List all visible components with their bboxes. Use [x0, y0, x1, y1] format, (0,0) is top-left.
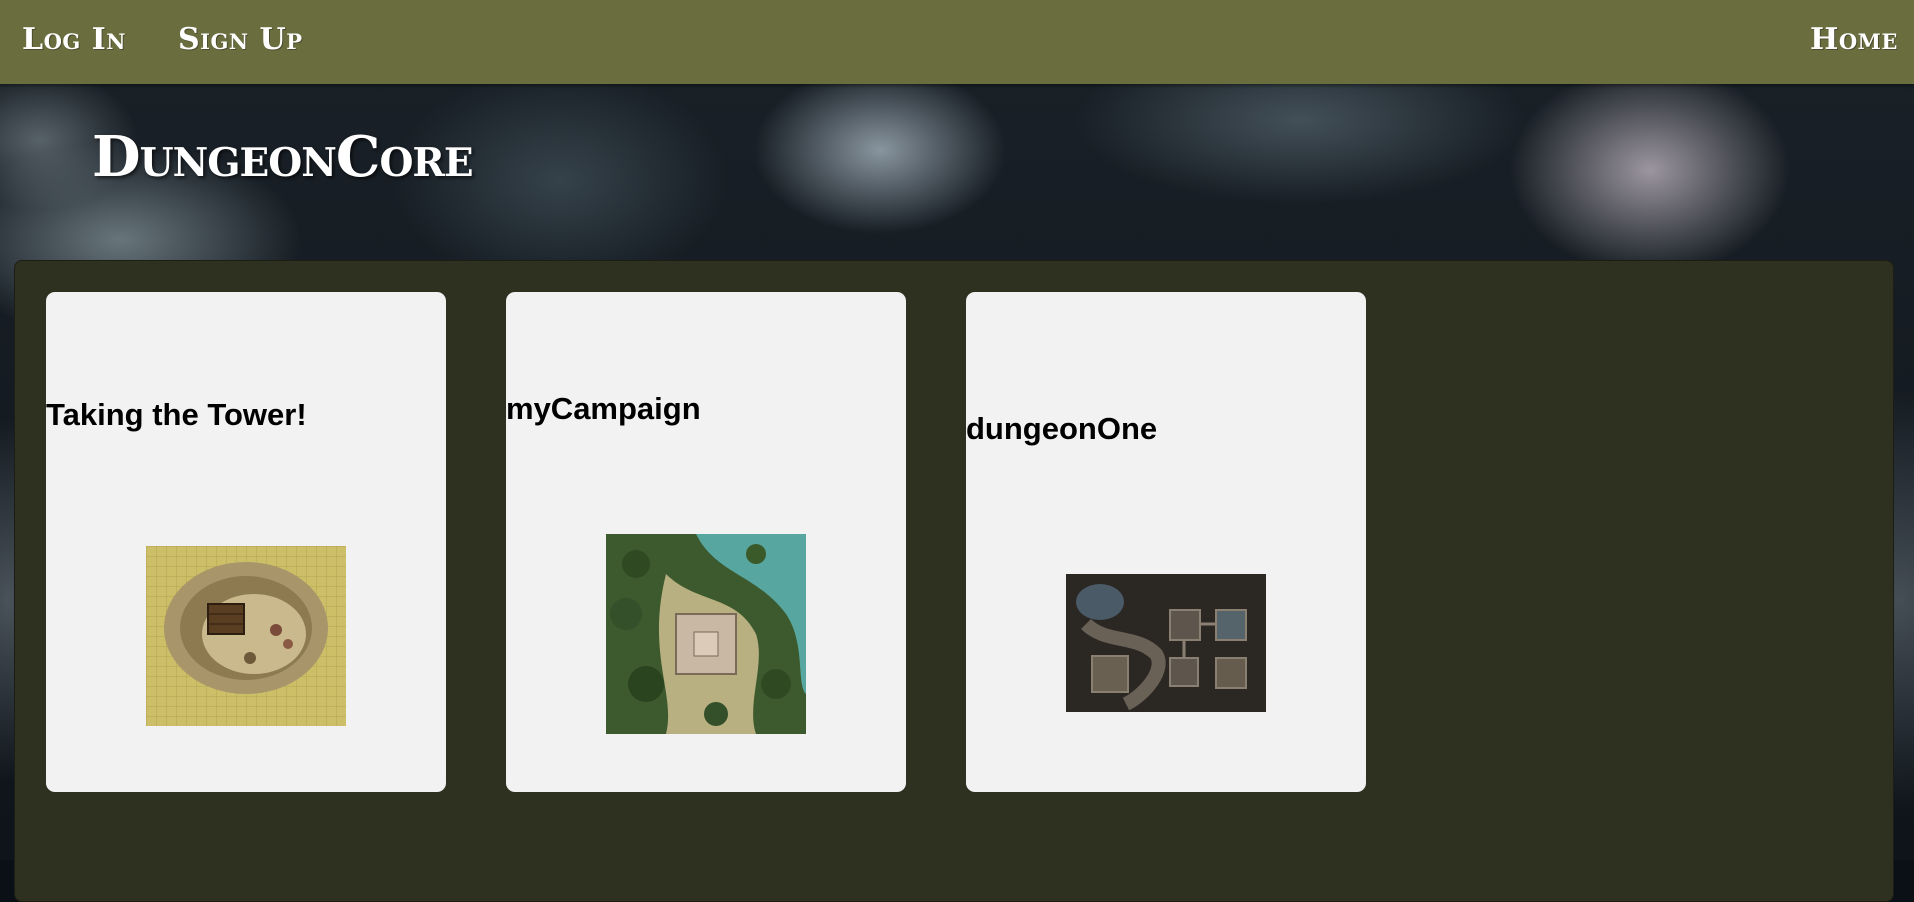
top-navbar: Log In Sign Up Home: [0, 0, 1914, 84]
login-link[interactable]: Log In: [22, 22, 126, 57]
signup-link[interactable]: Sign Up: [178, 22, 303, 57]
forest-ruins-map-image[interactable]: [606, 534, 806, 734]
campaign-card[interactable]: myCampaign: [506, 292, 906, 792]
desert-tower-map-image[interactable]: [146, 546, 346, 726]
home-link[interactable]: Home: [1810, 22, 1898, 57]
dungeon-rooms-map-image[interactable]: [1066, 574, 1266, 712]
campaign-title: dungeonOne: [966, 411, 1158, 446]
page-title: DungeonCore: [92, 124, 474, 190]
campaign-card[interactable]: Taking the Tower!: [46, 292, 446, 792]
campaign-title: myCampaign: [506, 391, 701, 426]
campaign-title: Taking the Tower!: [46, 397, 307, 432]
campaign-card[interactable]: dungeonOne: [966, 292, 1366, 792]
